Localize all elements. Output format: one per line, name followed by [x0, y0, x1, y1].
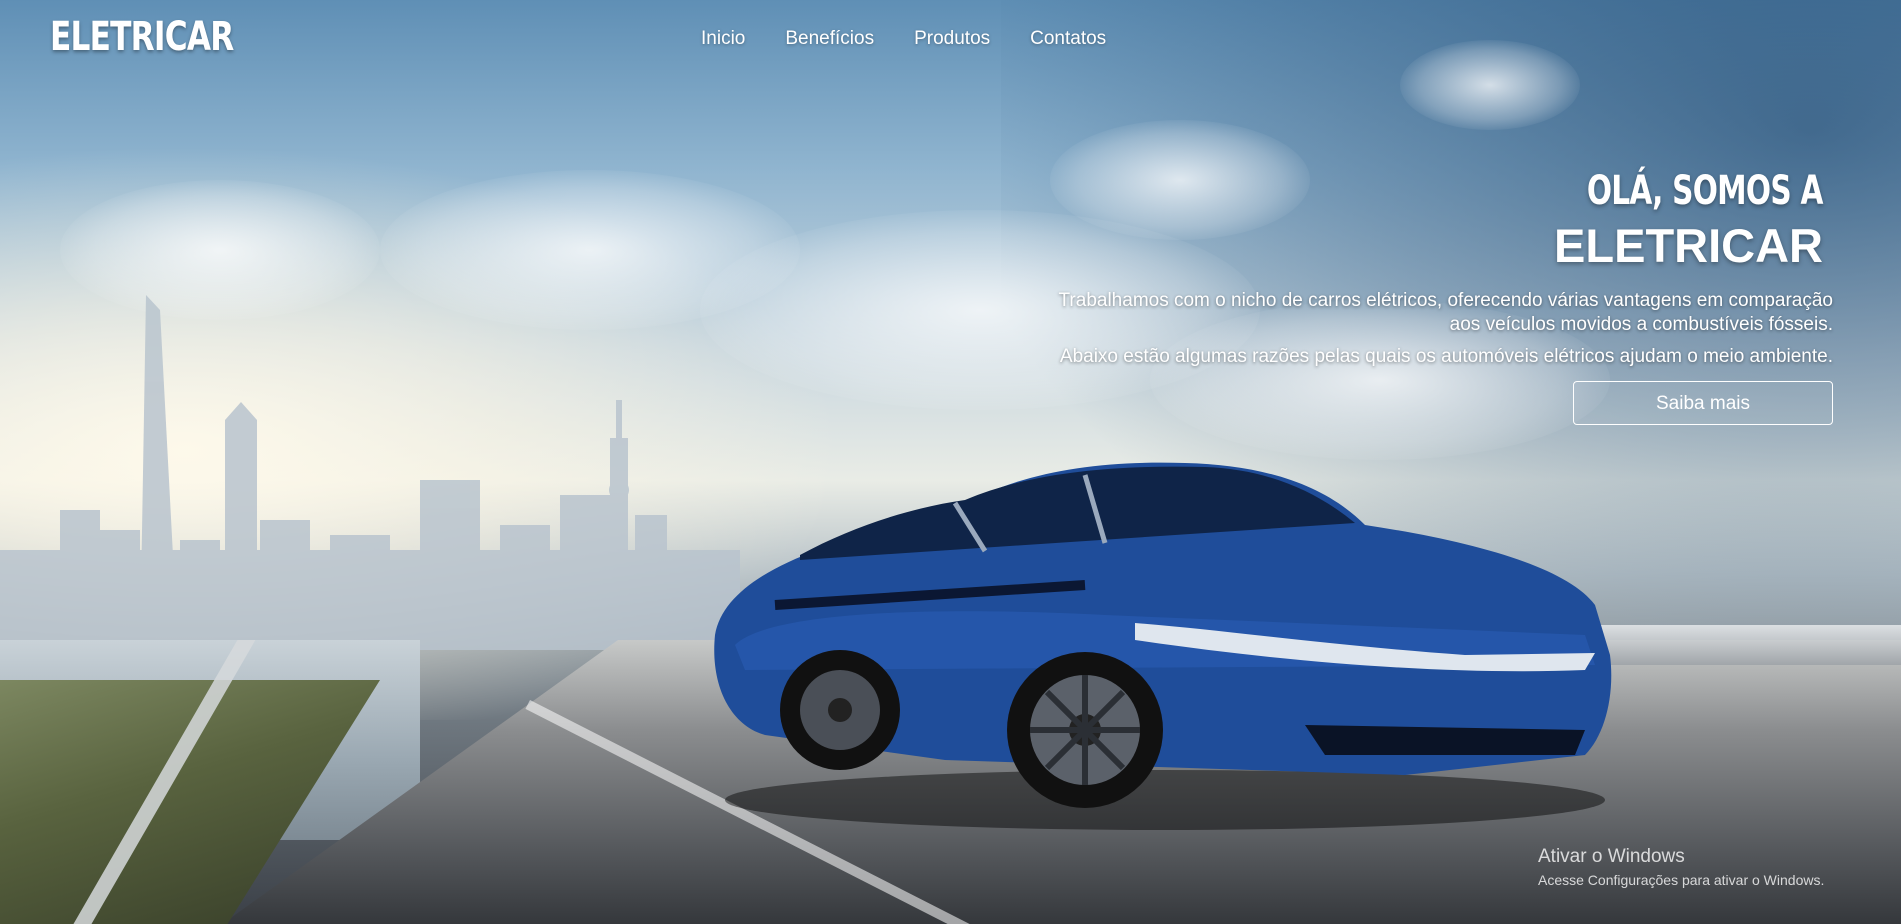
hero-description-2: Abaixo estão algumas razões pelas quais … — [1059, 346, 1833, 367]
hero-description-line2: aos veículos movidos a combustíveis fóss… — [1449, 314, 1833, 335]
site-logo[interactable]: ELETRICAR — [50, 14, 234, 60]
hero-greeting: OLÁ, SOMOS A — [1587, 168, 1824, 214]
watermark-subtitle: Acesse Configurações para ativar o Windo… — [1538, 872, 1825, 888]
main-nav: Inicio Benefícios Produtos Contatos — [701, 28, 1106, 50]
hero-description-line1: Trabalhamos com o nicho de carros elétri… — [1058, 290, 1833, 311]
hero-content: OLÁ, SOMOS A ELETRICAR Trabalhamos com o… — [973, 168, 1833, 425]
city-skyline — [0, 295, 740, 650]
windows-activation-watermark: Ativar o Windows Acesse Configurações pa… — [1538, 846, 1824, 888]
cloud — [1400, 40, 1580, 130]
saiba-mais-button[interactable]: Saiba mais — [1573, 381, 1833, 425]
hero-title: ELETRICAR — [1554, 219, 1823, 272]
watermark-title: Ativar o Windows — [1538, 846, 1685, 867]
nav-link-beneficios[interactable]: Benefícios — [785, 28, 874, 50]
hero-description: Trabalhamos com o nicho de carros elétri… — [973, 289, 1833, 337]
nav-link-produtos[interactable]: Produtos — [914, 28, 990, 50]
nav-link-contatos[interactable]: Contatos — [1030, 28, 1106, 50]
nav-link-inicio[interactable]: Inicio — [701, 28, 745, 50]
hero-section: ELETRICAR Inicio Benefícios Produtos Con… — [0, 0, 1901, 924]
car-image — [714, 462, 1612, 830]
